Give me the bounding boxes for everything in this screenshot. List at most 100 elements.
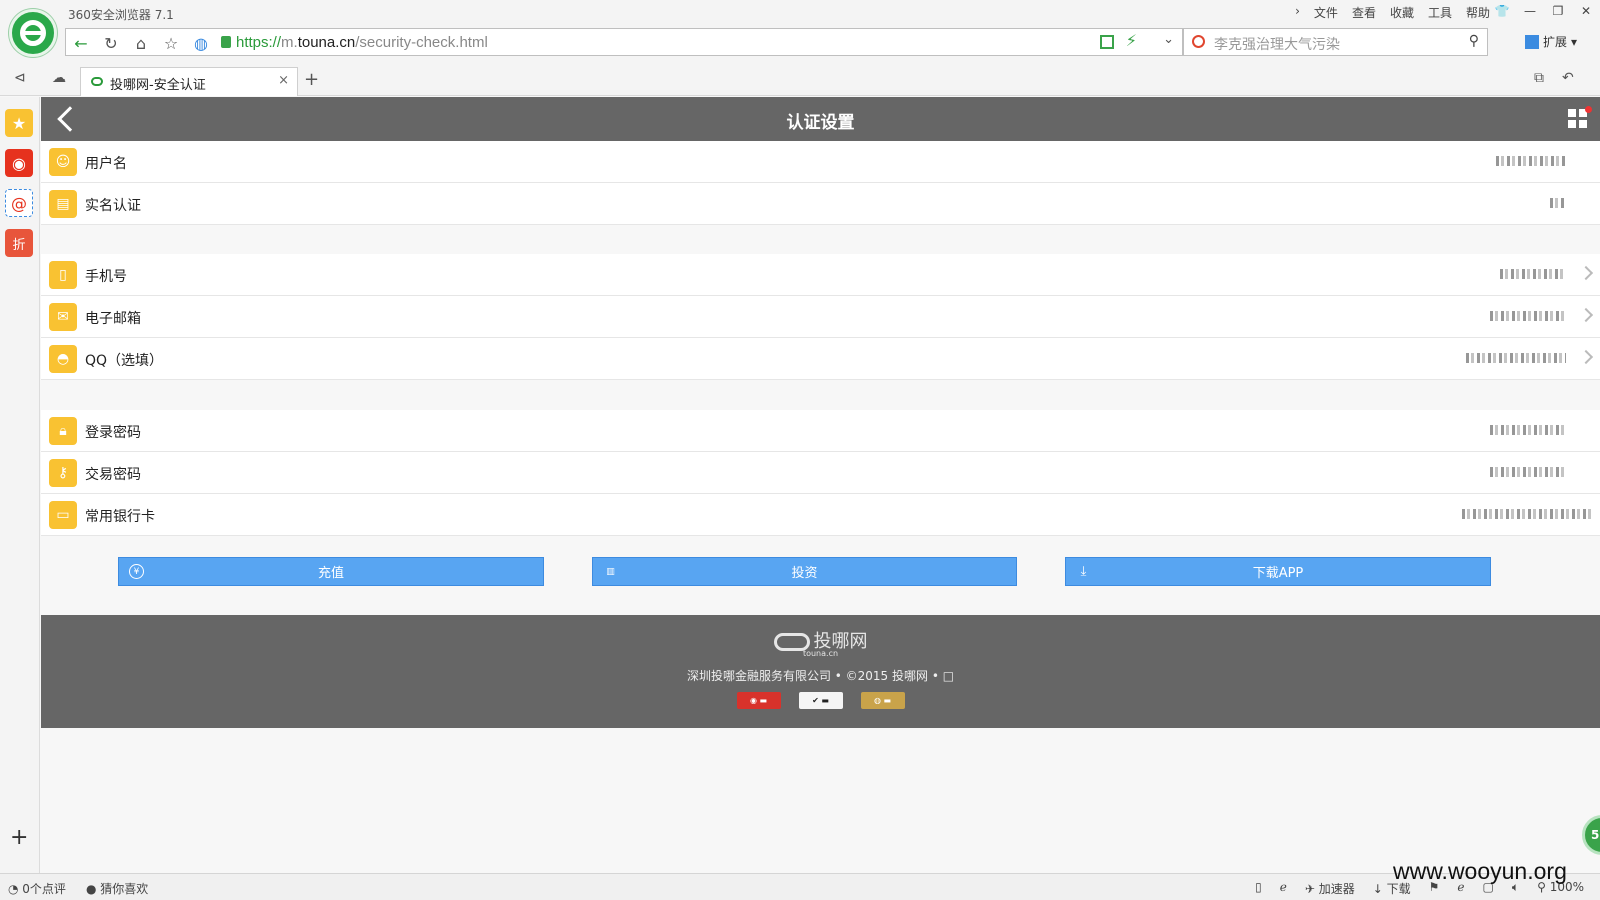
settings-row-username[interactable]: ☺ 用户名: [41, 141, 1600, 183]
grid-menu-icon[interactable]: [1568, 109, 1588, 129]
menu-view[interactable]: 查看: [1352, 4, 1376, 21]
app-title: 360安全浏览器 7.1: [68, 8, 174, 22]
sidebar-add-button[interactable]: +: [10, 825, 28, 850]
discount-icon[interactable]: 折: [5, 229, 33, 257]
tab-active[interactable]: 投哪网-安全认证 ×: [80, 67, 298, 96]
email-icon[interactable]: @: [5, 189, 33, 217]
menu-tools[interactable]: 工具: [1428, 4, 1452, 21]
settings-row-login-password[interactable]: 🔒︎ 登录密码: [41, 410, 1600, 452]
left-sidebar: ★ ◉ @ 折 +: [0, 97, 40, 873]
accelerator-button[interactable]: ✈ 加速器: [1305, 880, 1355, 897]
close-button[interactable]: ✕: [1572, 0, 1600, 22]
site-favicon-icon: [91, 77, 103, 86]
row-label: 登录密码: [85, 425, 141, 441]
user-icon: ☺: [49, 148, 77, 176]
sidebar-toggle-icon[interactable]: ⊲: [14, 70, 26, 86]
settings-row-trade-password[interactable]: ⚷ 交易密码: [41, 452, 1600, 494]
maximize-button[interactable]: ❐: [1544, 0, 1572, 22]
watermark: www.wooyun.org: [1393, 858, 1567, 884]
search-engine-icon[interactable]: [1192, 35, 1205, 48]
comments-status[interactable]: ◔ 0个点评: [8, 880, 66, 897]
chevron-right-icon: [1578, 265, 1594, 281]
chevron-right-icon: [1578, 349, 1594, 365]
norton-badge-icon[interactable]: ✔ ▬: [798, 692, 843, 709]
mobile-icon[interactable]: ▯: [1255, 880, 1262, 897]
site-info-icon[interactable]: ◍: [188, 32, 214, 54]
masked-value: [1500, 269, 1566, 279]
qr-code-icon[interactable]: [1100, 35, 1114, 49]
refresh-icon[interactable]: ↻: [98, 32, 124, 54]
undo-close-icon[interactable]: ↶: [1562, 70, 1574, 86]
invest-label: 投资: [791, 566, 818, 581]
download-icon: ⤓: [1080, 564, 1087, 579]
masked-value: [1496, 156, 1566, 166]
settings-group-account: ☺ 用户名 ▤ 实名认证: [41, 141, 1600, 225]
masked-value: [1490, 467, 1566, 477]
download-app-label: 下载APP: [1252, 566, 1304, 581]
settings-row-qq[interactable]: ◓ QQ（选填）: [41, 338, 1600, 380]
chevron-down-icon: ▾: [1571, 34, 1578, 49]
bookmark-star-icon[interactable]: ☆: [158, 32, 184, 54]
settings-row-bank-card[interactable]: ▭ 常用银行卡: [41, 494, 1600, 536]
yen-icon: ¥: [129, 564, 144, 579]
certified-badge-icon[interactable]: ◍ ▬: [860, 692, 905, 709]
settings-row-realname[interactable]: ▤ 实名认证: [41, 183, 1600, 225]
row-label: 用户名: [85, 156, 127, 172]
new-tab-button[interactable]: +: [304, 69, 319, 90]
invest-button[interactable]: ▥ 投资: [592, 557, 1017, 586]
page-title: 认证设置: [786, 113, 855, 133]
cloud-icon[interactable]: ☁: [52, 70, 66, 86]
settings-row-phone[interactable]: ▯ 手机号: [41, 254, 1600, 296]
key-icon: ⚷: [49, 459, 77, 487]
footer-brand: 投哪网 touna.cn: [41, 627, 1600, 658]
search-icon[interactable]: ⚲: [1469, 33, 1479, 49]
ie-mode-icon[interactable]: ℯ: [1280, 880, 1287, 897]
row-label: QQ（选填）: [85, 353, 164, 369]
search-placeholder: 李克强治理大气污染: [1214, 37, 1340, 53]
speed-mode-icon[interactable]: ⚡: [1126, 31, 1137, 50]
web-page: 认证设置 ☺ 用户名 ▤ 实名认证 ▯ 手机号 ✉ 电子邮箱 ◓ QQ（选填） …: [41, 97, 1600, 873]
extensions-label: 扩展: [1543, 35, 1568, 49]
search-field[interactable]: 李克强治理大气污染 ⚲: [1183, 28, 1488, 56]
window-controls: 👕 — ❐ ✕: [1488, 0, 1600, 22]
tab-bar: ⊲ ☁ 投哪网-安全认证 × + ⧉ ↶: [0, 64, 1600, 96]
row-label: 电子邮箱: [85, 311, 141, 327]
notification-dot: [1585, 106, 1592, 113]
recharge-button[interactable]: ¥ 充值: [118, 557, 544, 586]
recommend-status[interactable]: ● 猜你喜欢: [86, 880, 148, 897]
trust-badges: ◉ ▬ ✔ ▬ ◍ ▬: [41, 692, 1600, 709]
tab-title: 投哪网-安全认证: [110, 78, 206, 93]
extensions-icon: [1525, 34, 1539, 49]
extensions-button[interactable]: 扩展 ▾: [1525, 33, 1577, 50]
home-icon[interactable]: ⌂: [128, 32, 154, 54]
settings-row-email[interactable]: ✉ 电子邮箱: [41, 296, 1600, 338]
menu-help[interactable]: 帮助: [1466, 4, 1490, 21]
menu-file[interactable]: 文件: [1314, 4, 1338, 21]
action-buttons: ¥ 充值 ▥ 投资 ⤓ 下载APP: [41, 547, 1600, 617]
url-text: https://m.touna.cn/security-check.html: [236, 34, 488, 51]
tab-close-icon[interactable]: ×: [278, 73, 289, 88]
trust-badge-icon[interactable]: ◉ ▬: [736, 692, 781, 709]
skin-icon[interactable]: 👕: [1488, 0, 1516, 22]
row-label: 实名认证: [85, 198, 141, 214]
masked-value: [1550, 198, 1566, 208]
menu-arrow-icon[interactable]: ›: [1295, 4, 1300, 21]
masked-value: [1490, 425, 1566, 435]
row-label: 交易密码: [85, 467, 141, 483]
chart-icon: ▥: [606, 566, 615, 577]
footer-brand-sub: touna.cn: [802, 649, 839, 658]
favorites-star-icon[interactable]: ★: [5, 109, 33, 137]
minimize-button[interactable]: —: [1516, 0, 1544, 22]
chevron-down-icon[interactable]: ⌄: [1163, 32, 1174, 47]
url-field[interactable]: ← ↻ ⌂ ☆ ◍ https://m.touna.cn/security-ch…: [65, 28, 1183, 56]
status-bar: ◔ 0个点评 ● 猜你喜欢 ▯ ℯ ✈ 加速器 ↓ 下载 ⚑ ℯ ▢ 🔈︎ ⚲ …: [0, 873, 1600, 900]
menu-favorites[interactable]: 收藏: [1390, 4, 1414, 21]
restore-window-icon[interactable]: ⧉: [1534, 70, 1544, 86]
weibo-icon[interactable]: ◉: [5, 149, 33, 177]
download-app-button[interactable]: ⤓ 下载APP: [1065, 557, 1491, 586]
masked-value: [1466, 353, 1566, 363]
page-header: 认证设置: [41, 97, 1600, 141]
back-arrow-icon[interactable]: ←: [68, 32, 94, 54]
page-footer: 投哪网 touna.cn 深圳投哪金融服务有限公司 • ©2015 投哪网 • …: [41, 615, 1600, 728]
browser-logo-icon: [9, 9, 57, 57]
